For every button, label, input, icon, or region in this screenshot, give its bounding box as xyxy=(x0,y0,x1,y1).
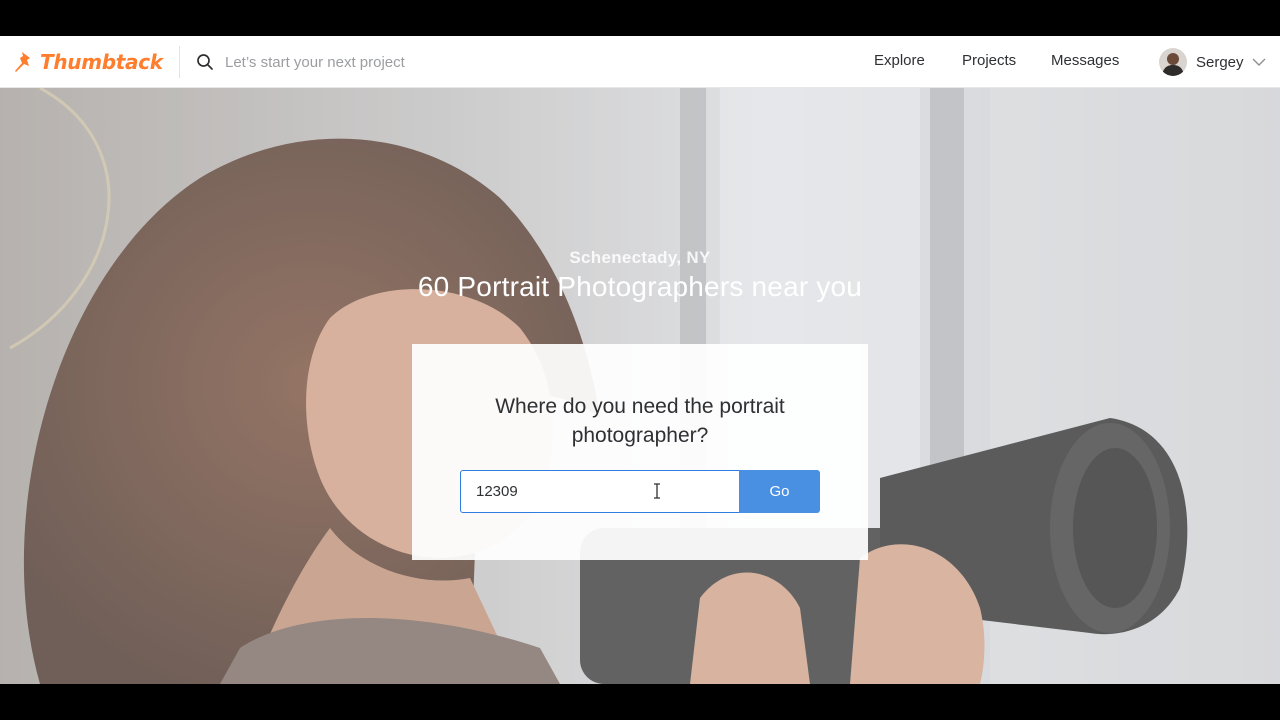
nav-projects-link[interactable]: Projects xyxy=(962,52,1016,69)
nav-divider xyxy=(179,46,180,78)
user-menu[interactable]: Sergey xyxy=(1159,48,1266,76)
zip-question: Where do you need the portrait photograp… xyxy=(495,395,785,447)
zip-code-input[interactable] xyxy=(460,470,740,513)
nav-messages-link[interactable]: Messages xyxy=(1051,52,1119,69)
top-navbar: Thumbtack Explore Projects Messages xyxy=(0,36,1280,88)
search-input[interactable] xyxy=(225,53,605,71)
pushpin-icon xyxy=(15,52,30,72)
hero-location: Schenectady, NY xyxy=(569,248,711,267)
avatar xyxy=(1159,48,1187,76)
nav-explore-link[interactable]: Explore xyxy=(874,52,925,69)
zip-code-card: Where do you need the portrait photograp… xyxy=(412,344,868,560)
thumbtack-logo[interactable]: Thumbtack xyxy=(12,49,163,75)
chevron-down-icon xyxy=(1252,58,1266,66)
user-name: Sergey xyxy=(1196,53,1244,71)
hero-section: Schenectady, NY 60 Portrait Photographer… xyxy=(0,88,1280,684)
hero-title: 60 Portrait Photographers near you xyxy=(417,271,863,302)
browser-viewport: Thumbtack Explore Projects Messages xyxy=(0,36,1280,684)
logo-text: Thumbtack xyxy=(40,50,163,74)
project-search xyxy=(196,49,616,75)
video-frame: Thumbtack Explore Projects Messages xyxy=(0,0,1280,720)
search-icon xyxy=(197,54,213,70)
go-button[interactable]: Go xyxy=(739,470,820,513)
